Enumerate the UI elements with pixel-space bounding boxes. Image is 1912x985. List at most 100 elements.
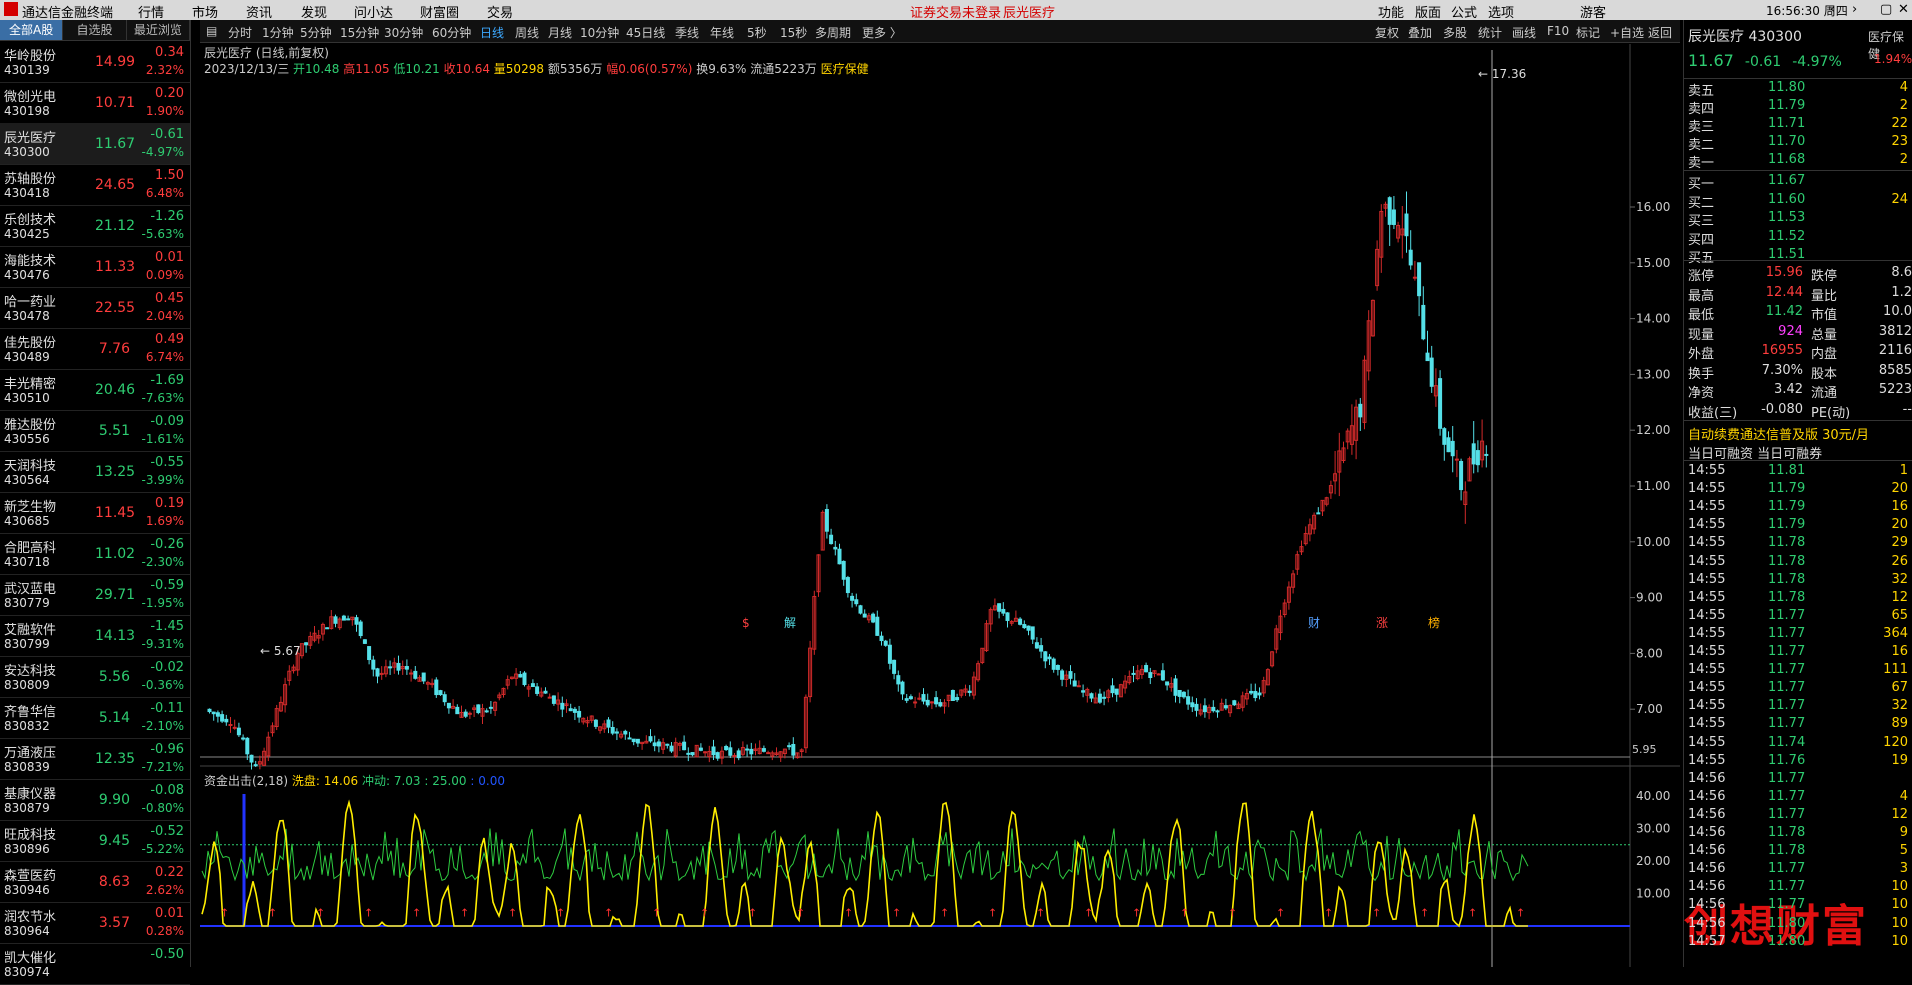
- promo-banner[interactable]: 自动续费通达信普及版 30元/月: [1688, 424, 1869, 443]
- tab-recent[interactable]: 最近浏览: [127, 20, 190, 40]
- stock-row[interactable]: 旺成科技 830896 9.45 -0.52 -5.22%: [0, 820, 190, 862]
- tool-1[interactable]: 叠加: [1408, 24, 1432, 41]
- period-0[interactable]: 分时: [228, 24, 252, 41]
- stock-row[interactable]: 安达科技 830809 5.56 -0.02 -0.36%: [0, 656, 190, 698]
- candle-body: [1068, 671, 1073, 679]
- back-icon[interactable]: ‹: [1830, 2, 1835, 17]
- tool-4[interactable]: 画线: [1512, 24, 1536, 41]
- candle-body: [934, 697, 939, 705]
- period-1[interactable]: 1分钟: [262, 24, 294, 41]
- menu-ask[interactable]: 问小达: [354, 2, 393, 21]
- stat-value2: 8.6: [1891, 265, 1912, 280]
- period-4[interactable]: 30分钟: [384, 24, 423, 41]
- stock-row[interactable]: 辰光医疗 430300 11.67 -0.61 -4.97%: [0, 123, 190, 165]
- candle-body: [669, 745, 674, 752]
- forward-icon[interactable]: ›: [1852, 2, 1857, 17]
- stock-row[interactable]: 润农节水 830964 3.57 0.01 0.28%: [0, 902, 190, 944]
- period-8[interactable]: 月线: [548, 24, 572, 41]
- indicator-title[interactable]: 资金出击(2,18): [204, 774, 288, 788]
- candle-body: [211, 711, 216, 715]
- stat-value: 15.96: [1765, 265, 1803, 280]
- period-15[interactable]: 多周期: [815, 24, 851, 41]
- divider: [1684, 170, 1912, 171]
- tick-row: 14:56 11.77: [1688, 771, 1912, 789]
- candle-body: [1018, 618, 1023, 625]
- stock-row[interactable]: 森萱医药 830946 8.63 0.22 2.62%: [0, 861, 190, 903]
- stock-row[interactable]: 微创光电 430198 10.71 0.20 1.90%: [0, 82, 190, 124]
- candle-body: [442, 694, 447, 703]
- tick-volume: 16: [1891, 644, 1908, 659]
- stock-row[interactable]: 乐创技术 430425 21.12 -1.26 -5.63%: [0, 205, 190, 247]
- menu-formula[interactable]: 公式: [1451, 2, 1477, 21]
- restore-icon[interactable]: ▢: [1880, 2, 1892, 17]
- period-6[interactable]: 日线: [480, 24, 504, 41]
- period-10[interactable]: 45日线: [626, 24, 665, 41]
- tool-2[interactable]: 多股: [1443, 24, 1467, 41]
- guest-label[interactable]: 游客: [1580, 2, 1606, 21]
- stock-row[interactable]: 武汉蓝电 830779 29.71 -0.59 -1.95%: [0, 574, 190, 616]
- period-toolbar: 分时 1分钟 5分钟 15分钟 30分钟 60分钟 日线 周线 月线 10分钟 45日线 季线 年线 5秒…: [200, 20, 1680, 43]
- menu-news[interactable]: 资讯: [246, 2, 272, 21]
- stock-row[interactable]: 天润科技 430564 13.25 -0.55 -3.99%: [0, 451, 190, 493]
- period-2[interactable]: 5分钟: [300, 24, 332, 41]
- tick-time: 14:55: [1688, 589, 1726, 605]
- menu-layout[interactable]: 版面: [1415, 2, 1441, 21]
- period-9[interactable]: 10分钟: [580, 24, 619, 41]
- login-notice[interactable]: 证券交易未登录: [910, 2, 1001, 21]
- signal-arrow: ↑: [460, 906, 469, 919]
- menu-wealth[interactable]: 财富圈: [420, 2, 459, 21]
- period-11[interactable]: 季线: [675, 24, 699, 41]
- period-16[interactable]: 更多 〉: [862, 24, 902, 41]
- menu-trade[interactable]: 交易: [487, 2, 513, 21]
- menu-market2[interactable]: 市场: [192, 2, 218, 21]
- period-7[interactable]: 周线: [515, 24, 539, 41]
- tool-5[interactable]: F10: [1547, 24, 1569, 38]
- tick-time: 14:55: [1688, 517, 1726, 533]
- menu-functions[interactable]: 功能: [1378, 2, 1404, 21]
- tick-time: 14:55: [1688, 644, 1726, 659]
- kline-chart[interactable]: 16.00 15.00 14.00 13.00 12.00 11.00 10.00 9.00 8…: [200, 44, 1680, 967]
- tab-all-a[interactable]: 全部A股: [0, 20, 64, 40]
- stock-row[interactable]: 丰光精密 430510 20.46 -1.69 -7.63%: [0, 369, 190, 411]
- stock-row[interactable]: 海能技术 430476 11.33 0.01 0.09%: [0, 246, 190, 288]
- stock-row[interactable]: 齐鲁华信 830832 5.14 -0.11 -2.10%: [0, 697, 190, 739]
- period-5[interactable]: 60分钟: [432, 24, 471, 41]
- close-icon[interactable]: ✕: [1898, 2, 1909, 17]
- menu-discover[interactable]: 发现: [301, 2, 327, 21]
- stock-row[interactable]: 合肥高科 430718 11.02 -0.26 -2.30%: [0, 533, 190, 575]
- tool-6[interactable]: 标记: [1576, 24, 1600, 41]
- bar-volume: 量50298: [493, 62, 544, 76]
- stock-code: 430418: [4, 186, 50, 200]
- period-14[interactable]: 15秒: [780, 24, 807, 41]
- stock-row[interactable]: 苏轴股份 430418 24.65 1.50 6.48%: [0, 164, 190, 206]
- stock-change: -0.26: [150, 537, 184, 552]
- stock-row[interactable]: 艾融软件 830799 14.13 -1.45 -9.31%: [0, 615, 190, 657]
- stat-row: 涨停 15.96 跌停 8.6: [1688, 265, 1912, 284]
- stock-row[interactable]: 佳先股份 430489 7.76 0.49 6.74%: [0, 328, 190, 370]
- period-12[interactable]: 年线: [710, 24, 734, 41]
- stat-label2: PE(动): [1811, 405, 1851, 421]
- tool-0[interactable]: 复权: [1375, 24, 1399, 41]
- stock-row[interactable]: 华岭股份 430139 14.99 0.34 2.32%: [0, 41, 190, 83]
- tool-8[interactable]: 返回: [1648, 24, 1672, 41]
- tick-row: 14:55 11.77 111: [1688, 662, 1912, 680]
- stock-row[interactable]: 凯大催化 830974 -0.50: [0, 943, 190, 985]
- period-13[interactable]: 5秒: [747, 24, 767, 41]
- tick-row: 14:55 11.76 19: [1688, 753, 1912, 771]
- panel-toggle-icon[interactable]: ▤: [206, 24, 217, 38]
- chart-area[interactable]: 16.00 15.00 14.00 13.00 12.00 11.00 10.00 9.00 8…: [200, 44, 1680, 967]
- stock-row[interactable]: 基康仪器 830879 9.90 -0.08 -0.80%: [0, 779, 190, 821]
- candle-body: [455, 706, 460, 715]
- stock-row[interactable]: 新芝生物 430685 11.45 0.19 1.69%: [0, 492, 190, 534]
- tool-3[interactable]: 统计: [1478, 24, 1502, 41]
- stock-change: 0.22: [155, 865, 184, 880]
- tab-watchlist[interactable]: 自选股: [63, 20, 127, 40]
- stock-row[interactable]: 万通液压 830839 12.35 -0.96 -7.21%: [0, 738, 190, 780]
- tool-7[interactable]: +自选: [1610, 24, 1644, 41]
- menu-options[interactable]: 选项: [1488, 2, 1514, 21]
- menu-market[interactable]: 行情: [138, 2, 164, 21]
- stock-row[interactable]: 哈一药业 430478 22.55 0.45 2.04%: [0, 287, 190, 329]
- stock-pct: -0.36%: [141, 678, 184, 692]
- stock-row[interactable]: 雅达股份 430556 5.51 -0.09 -1.61%: [0, 410, 190, 452]
- period-3[interactable]: 15分钟: [340, 24, 379, 41]
